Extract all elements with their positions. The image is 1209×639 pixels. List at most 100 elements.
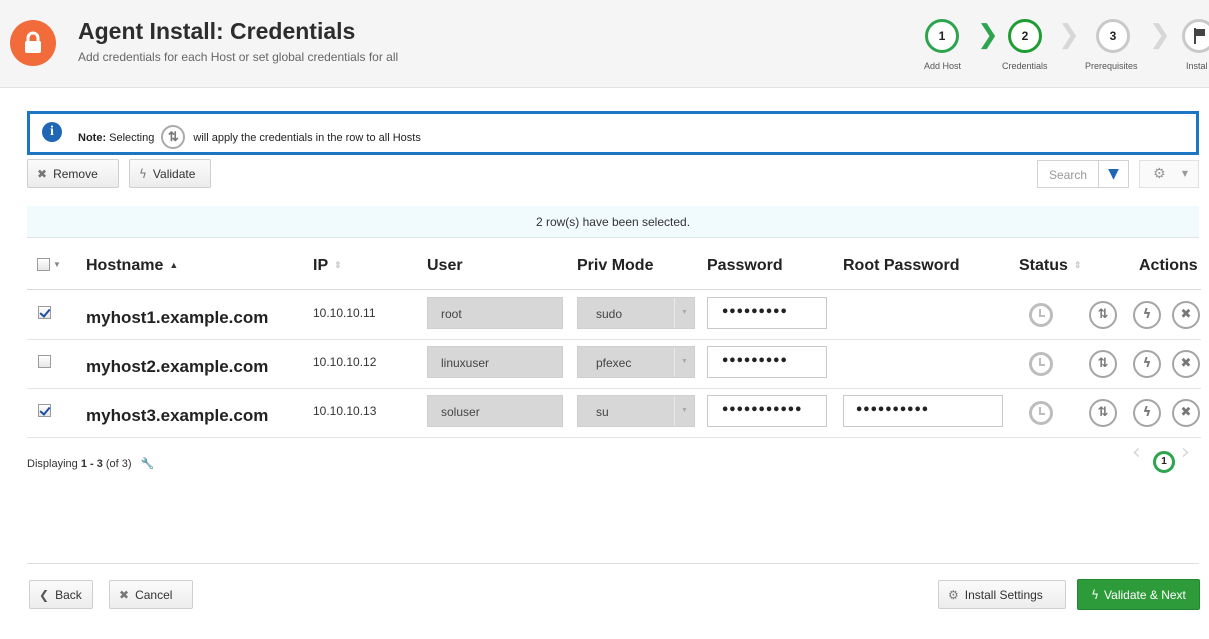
lightning-icon: ϟ (1091, 587, 1100, 602)
column-status[interactable]: Status ⇕ (1019, 257, 1081, 275)
chevron-right-icon[interactable]: › (1181, 440, 1190, 465)
close-icon[interactable]: ✖ (1172, 399, 1200, 427)
lightning-icon[interactable]: ϟ (1133, 399, 1161, 427)
chevron-right-icon: ❯ (1149, 20, 1171, 50)
close-icon[interactable]: ✖ (1172, 350, 1200, 378)
column-ip-label: IP (313, 257, 329, 274)
displaying-range: 1 - 3 (80, 458, 103, 470)
validate-next-label: Validate & Next (1104, 587, 1186, 602)
hostname-cell: myhost2.example.com (86, 357, 269, 376)
user-field[interactable]: linuxuser (427, 346, 563, 378)
priv-mode-select[interactable]: pfexec ▼ (577, 346, 695, 378)
sort-icon: ⇕ (1073, 260, 1082, 270)
displaying-count: Displaying 1 - 3 (of 3) 🔧 (27, 457, 154, 470)
train-step-credentials[interactable]: 2 (1008, 19, 1042, 53)
clock-icon (1029, 303, 1053, 327)
filter-icon[interactable]: ▼ (1098, 161, 1128, 187)
train-step-prerequisites[interactable]: 3 (1096, 19, 1130, 53)
priv-mode-select[interactable]: sudo ▼ (577, 297, 695, 329)
table-row[interactable]: myhost1.example.com 10.10.10.11 root sud… (27, 291, 1201, 340)
pager-current-page[interactable]: 1 (1153, 451, 1175, 473)
select-all-menu[interactable]: ▼ (37, 258, 63, 274)
column-ip[interactable]: IP ⇕ (313, 257, 342, 275)
hostname-cell: myhost3.example.com (86, 406, 269, 425)
back-button-label: Back (55, 587, 82, 602)
search-input[interactable]: Search ▼ (1037, 160, 1129, 188)
train-label-prerequisites: Prerequisites (1085, 61, 1138, 71)
chevron-right-icon: ❯ (977, 20, 999, 50)
remove-icon: ✖ (37, 166, 48, 181)
column-priv-mode: Priv Mode (577, 257, 654, 274)
column-status-label: Status (1019, 257, 1068, 274)
row-checkbox[interactable] (38, 404, 51, 417)
chevron-down-icon: ▼ (53, 260, 61, 269)
back-button[interactable]: ❮ Back (29, 580, 93, 609)
page-subtitle: Add credentials for each Host or set glo… (78, 50, 399, 64)
column-hostname-label: Hostname (86, 257, 164, 274)
install-settings-button[interactable]: ⚙ Install Settings (938, 580, 1066, 609)
table-row[interactable]: myhost2.example.com 10.10.10.12 linuxuse… (27, 340, 1201, 389)
priv-mode-select[interactable]: su ▼ (577, 395, 695, 427)
apply-to-all-icon: ⇅ (161, 125, 186, 149)
validate-button-label: Validate (152, 166, 196, 181)
remove-button[interactable]: ✖ Remove (27, 159, 119, 188)
priv-mode-value: pfexec (596, 356, 632, 370)
priv-mode-value: sudo (596, 307, 623, 321)
cancel-button-label: Cancel (135, 587, 173, 602)
validate-button[interactable]: ϟ Validate (129, 159, 211, 188)
chevron-down-icon: ▼ (674, 347, 694, 377)
hostname-cell: myhost1.example.com (86, 308, 269, 327)
selection-banner: 2 row(s) have been selected. (27, 206, 1199, 238)
close-icon: ✖ (119, 587, 130, 602)
train-step-add-host[interactable]: 1 (925, 19, 959, 53)
password-field[interactable]: ••••••••• (707, 297, 827, 329)
apply-to-all-icon[interactable]: ⇅ (1089, 350, 1117, 378)
page-header: Agent Install: Credentials Add credentia… (0, 0, 1209, 88)
table-settings-menu[interactable]: ⚙ ▼ (1139, 160, 1199, 188)
select-all-checkbox[interactable] (37, 258, 50, 271)
column-user: User (427, 257, 463, 274)
install-settings-label: Install Settings (964, 587, 1043, 602)
displaying-prefix: Displaying (27, 458, 78, 470)
priv-mode-value: su (596, 405, 609, 419)
note-text-after: will apply the credentials in the row to… (193, 132, 421, 144)
train-step-install[interactable] (1182, 19, 1209, 53)
chevron-down-icon: ▼ (674, 298, 694, 328)
apply-to-all-icon[interactable]: ⇅ (1089, 301, 1117, 329)
displaying-total: (of 3) (105, 458, 132, 470)
ip-cell: 10.10.10.12 (313, 355, 377, 369)
password-field[interactable]: ••••••••••• (707, 395, 827, 427)
lightning-icon: ϟ (139, 166, 147, 181)
lightning-icon[interactable]: ϟ (1133, 350, 1161, 378)
user-field[interactable]: root (427, 297, 563, 329)
note-label: Note: (78, 132, 107, 144)
sort-icon: ⇕ (334, 260, 342, 270)
chevron-right-icon: ❯ (1058, 20, 1080, 50)
chevron-left-icon[interactable]: ‹ (1132, 440, 1141, 465)
apply-to-all-icon[interactable]: ⇅ (1089, 399, 1117, 427)
close-icon[interactable]: ✖ (1172, 301, 1200, 329)
gear-icon: ⚙ (948, 587, 959, 602)
root-password-field[interactable]: •••••••••• (843, 395, 1003, 427)
gear-icon: ⚙ (1153, 166, 1166, 182)
password-field[interactable]: ••••••••• (707, 346, 827, 378)
note-banner: i Note: Selecting ⇅ will apply the crede… (27, 111, 1199, 155)
row-checkbox[interactable] (38, 306, 51, 319)
cancel-button[interactable]: ✖ Cancel (109, 580, 193, 609)
train-label-install: Instal (1186, 61, 1208, 71)
column-hostname[interactable]: Hostname ▲ (86, 257, 178, 275)
lightning-icon[interactable]: ϟ (1133, 301, 1161, 329)
note-text: Note: Selecting ⇅ will apply the credent… (78, 125, 421, 150)
lock-icon (10, 20, 56, 66)
chevron-down-icon: ▼ (1181, 169, 1188, 178)
table-row[interactable]: myhost3.example.com 10.10.10.13 soluser … (27, 389, 1201, 438)
user-field[interactable]: soluser (427, 395, 563, 427)
ip-cell: 10.10.10.11 (313, 306, 376, 320)
remove-button-label: Remove (53, 166, 98, 181)
row-checkbox[interactable] (38, 355, 51, 368)
validate-next-button[interactable]: ϟ Validate & Next (1077, 579, 1200, 610)
column-password: Password (707, 257, 783, 274)
wrench-icon[interactable]: 🔧 (141, 457, 155, 470)
chevron-left-icon: ❮ (39, 587, 50, 602)
flag-icon (1194, 28, 1205, 44)
